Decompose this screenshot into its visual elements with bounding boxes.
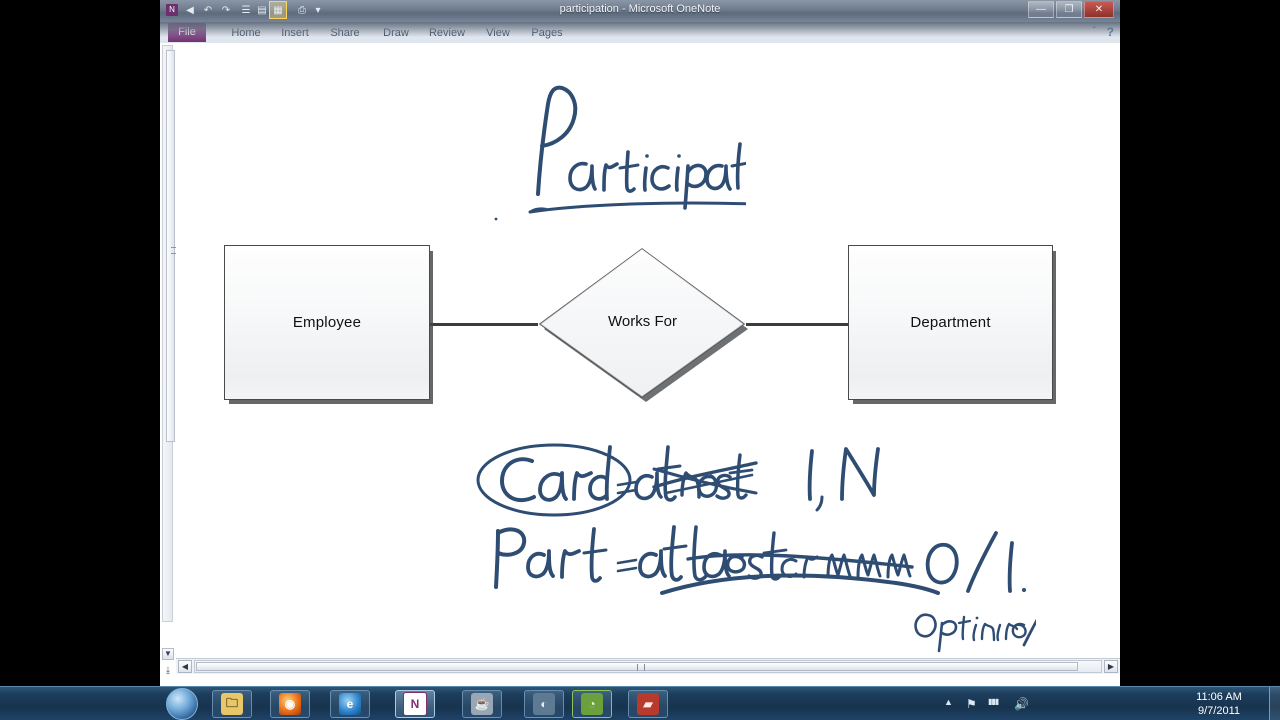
note-page-canvas[interactable]: Employee Department Works For — [176, 43, 1120, 655]
window-title: participation - Microsoft OneNote — [559, 3, 721, 15]
restore-button[interactable]: ❐ — [1056, 1, 1082, 18]
horizontal-scrollbar[interactable]: ◀ ▶ — [176, 658, 1120, 674]
dock-pin-icon[interactable]: ⤓ — [162, 663, 174, 677]
ribbon-tab-bar: File Home Insert Share Draw Review View … — [160, 22, 1120, 43]
connector-employee-to-relationship — [428, 323, 538, 326]
tab-home[interactable]: Home — [224, 25, 268, 41]
horizontal-scrollbar-track[interactable] — [194, 660, 1102, 673]
navigation-scrollbar-thumb[interactable] — [166, 50, 178, 442]
show-hidden-icons-icon[interactable]: ▲ — [944, 697, 953, 707]
entity-employee[interactable]: Employee — [224, 245, 430, 400]
tab-file[interactable]: File — [168, 23, 206, 42]
taskbar-item-green-application[interactable]: ◔ — [572, 690, 612, 718]
tab-insert[interactable]: Insert — [272, 25, 318, 41]
media-player-icon: ◐ — [533, 693, 555, 715]
taskbar-item-file-explorer[interactable]: 🗀 — [212, 690, 252, 718]
action-center-flag-icon[interactable]: ⚑ — [966, 697, 977, 711]
clock-time: 11:06 AM — [1196, 691, 1242, 703]
volume-speaker-icon[interactable]: 🔊 — [1014, 697, 1029, 711]
tab-share[interactable]: Share — [322, 25, 368, 41]
help-icon[interactable]: ? — [1107, 25, 1114, 39]
scroll-down-icon[interactable]: ▼ — [162, 648, 174, 660]
taskbar-item-firefox[interactable]: ◉ — [270, 690, 310, 718]
taskbar-clock[interactable]: 11:06 AM 9/7/2011 — [1180, 690, 1258, 718]
entity-department[interactable]: Department — [848, 245, 1053, 400]
network-signal-icon[interactable]: ▮▮▮ — [988, 697, 999, 706]
relationship-works-for[interactable]: Works For — [535, 245, 750, 403]
clock-date: 9/7/2011 — [1197, 705, 1240, 717]
show-desktop-button[interactable] — [1269, 687, 1280, 720]
taskbar-item-java-application[interactable]: ☕ — [462, 690, 502, 718]
close-button[interactable]: ✕ — [1084, 1, 1114, 18]
taskbar-item-media-player[interactable]: ◐ — [524, 690, 564, 718]
firefox-icon: ◉ — [279, 693, 301, 715]
minimize-button[interactable]: — — [1028, 1, 1054, 18]
start-button[interactable] — [166, 688, 198, 720]
chevron-down-icon[interactable]: ˇ — [1093, 26, 1096, 37]
ink-title-participation — [516, 78, 746, 218]
file-explorer-icon: 🗀 — [221, 693, 243, 715]
taskbar-item-internet-explorer[interactable]: e — [330, 690, 370, 718]
windows-taskbar: 🗀 ◉ e N ☕ ◐ ◔ ▰ ▲ ⚑ ▮▮▮ 🔊 11:06 AM 9/7/2… — [0, 686, 1280, 720]
coffee-cup-icon: ☕ — [471, 693, 493, 715]
pdf-reader-icon: ▰ — [637, 693, 659, 715]
screen: N ◀ ↶ ↷ ☰ ▤ ▦ ⎙ ▾ participation - Micros… — [0, 0, 1280, 720]
connector-relationship-to-department — [746, 323, 850, 326]
entity-department-label: Department — [910, 314, 991, 331]
navigation-scrollbar[interactable]: ▼ ⤓ — [160, 43, 178, 675]
tab-pages[interactable]: Pages — [524, 25, 570, 41]
horizontal-scrollbar-thumb[interactable] — [196, 662, 1078, 671]
tab-review[interactable]: Review — [422, 25, 472, 41]
tab-draw[interactable]: Draw — [374, 25, 418, 41]
navigation-scrollbar-track[interactable] — [162, 45, 178, 622]
green-application-icon: ◔ — [581, 693, 603, 715]
scrollbar-grip-icon — [637, 664, 645, 671]
entity-employee-label: Employee — [292, 314, 362, 331]
title-bar: N ◀ ↶ ↷ ☰ ▤ ▦ ⎙ ▾ participation - Micros… — [160, 0, 1120, 22]
internet-explorer-icon: e — [339, 693, 361, 715]
scroll-left-icon[interactable]: ◀ — [178, 660, 192, 673]
ink-stray-dot — [492, 215, 500, 223]
onenote-icon: N — [403, 692, 427, 716]
ink-notes-cardinality-participation — [476, 433, 1036, 653]
taskbar-item-pdf-reader[interactable]: ▰ — [628, 690, 668, 718]
relationship-works-for-label: Works For — [608, 313, 677, 330]
tab-view[interactable]: View — [476, 25, 520, 41]
taskbar-item-microsoft-onenote[interactable]: N — [395, 690, 435, 718]
scroll-right-icon[interactable]: ▶ — [1104, 660, 1118, 673]
onenote-application-window: N ◀ ↶ ↷ ☰ ▤ ▦ ⎙ ▾ participation - Micros… — [160, 0, 1120, 686]
